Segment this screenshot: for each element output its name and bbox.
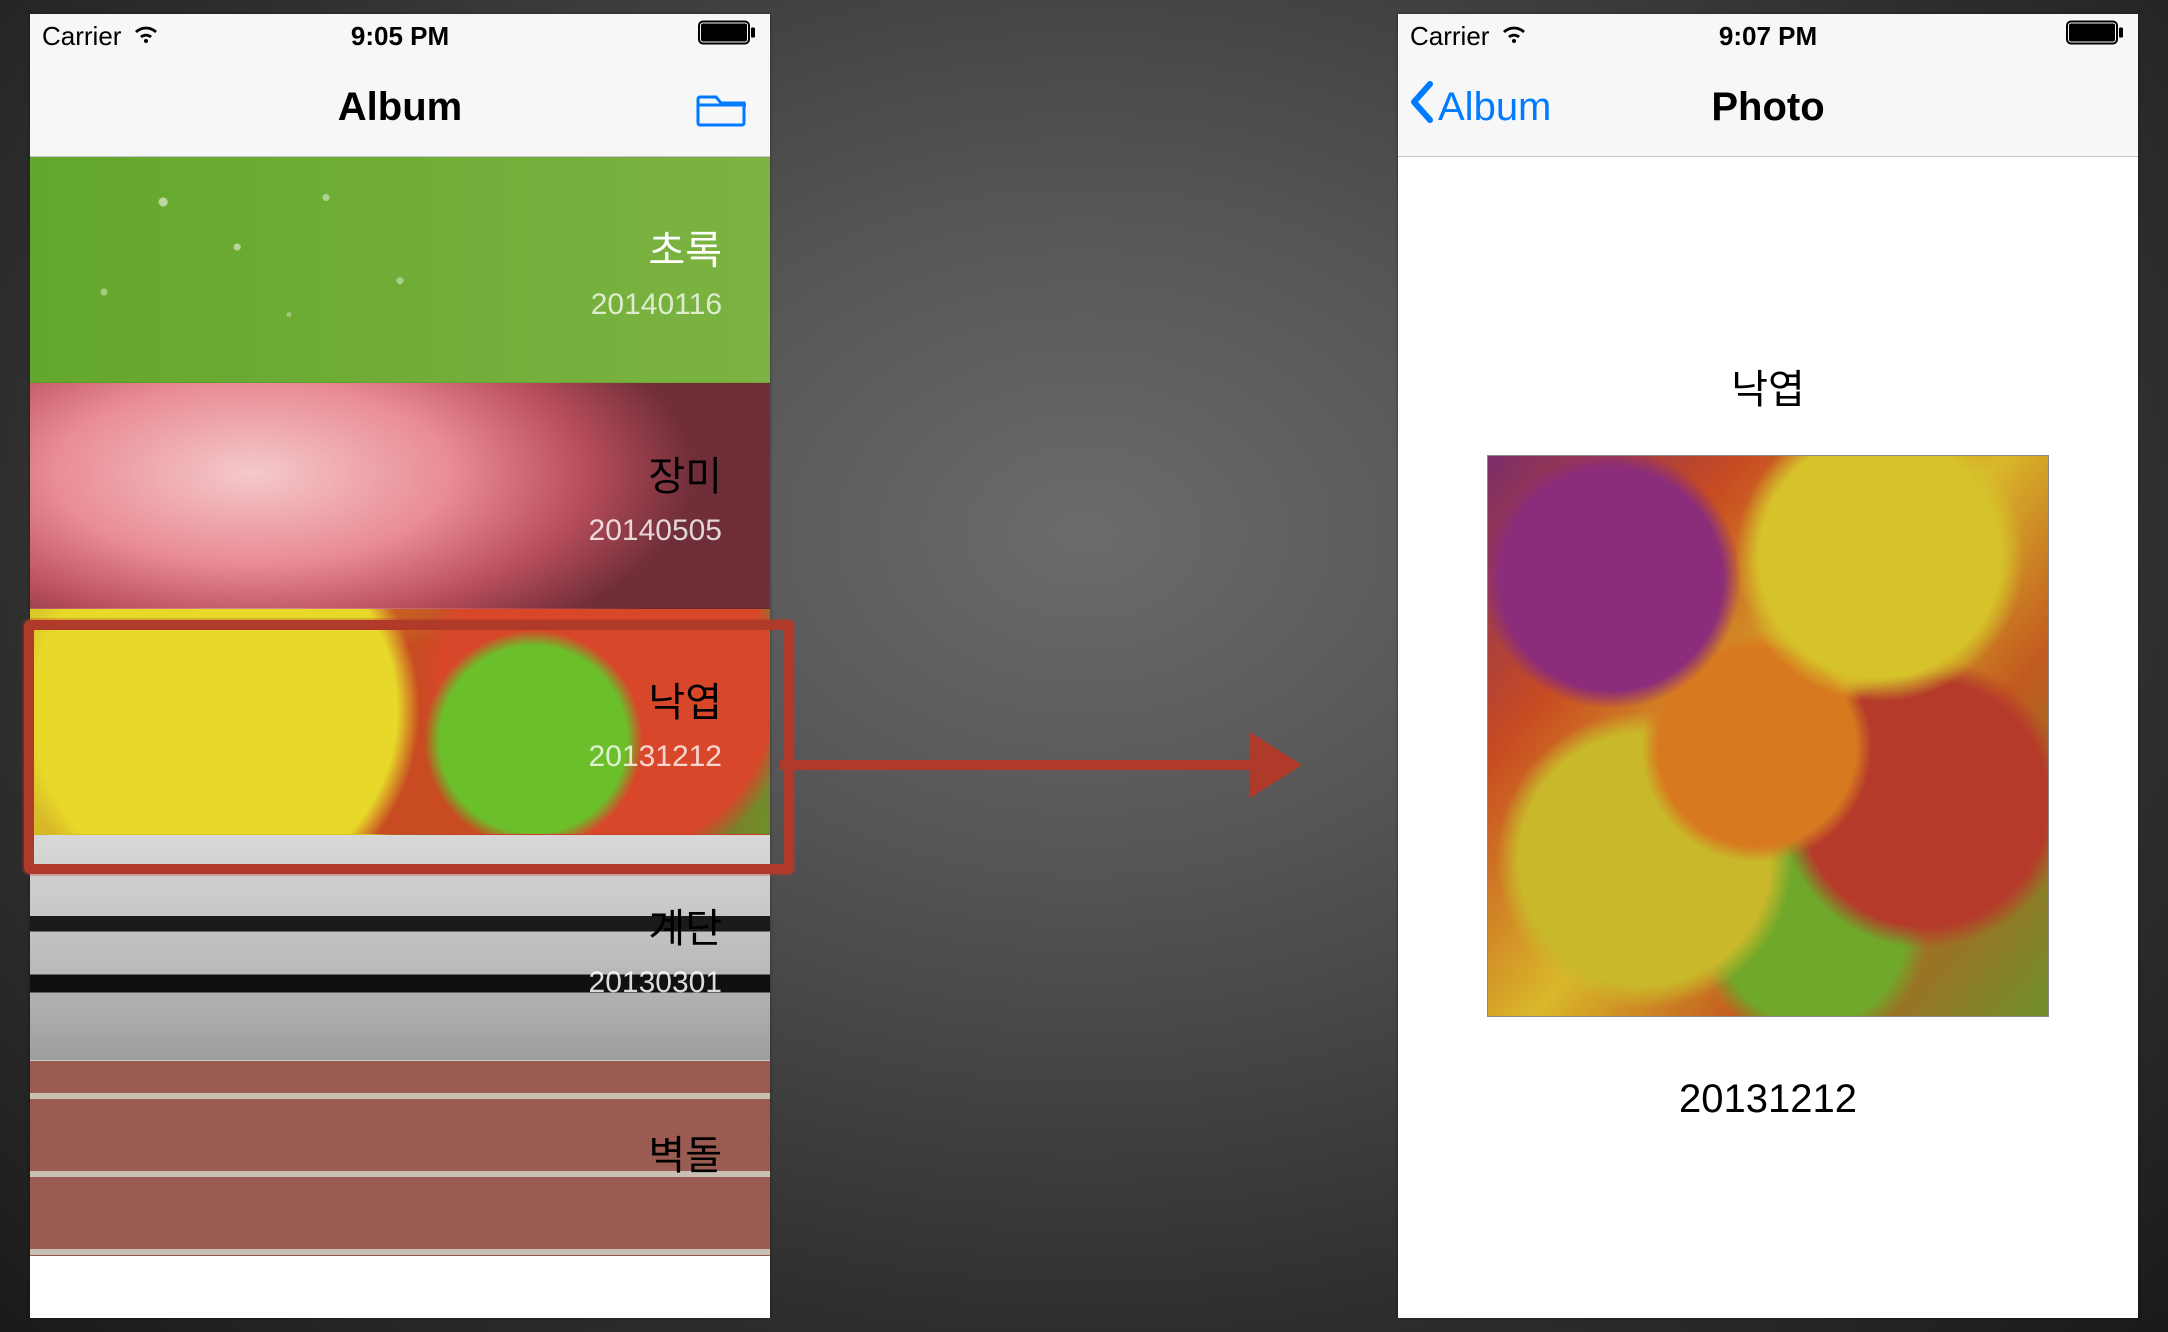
battery-icon bbox=[2066, 21, 2124, 52]
clock-label: 9:05 PM bbox=[351, 21, 449, 52]
row-title: 낙엽 bbox=[648, 670, 722, 728]
back-button[interactable]: Album bbox=[1398, 80, 1551, 134]
album-row[interactable]: 초록 20140116 bbox=[30, 157, 770, 383]
album-row[interactable]: 낙엽 20131212 bbox=[30, 609, 770, 835]
wifi-icon bbox=[131, 21, 161, 52]
chevron-left-icon bbox=[1408, 80, 1434, 134]
nav-bar: Album bbox=[30, 58, 770, 157]
back-label: Album bbox=[1438, 85, 1551, 130]
nav-title: Photo bbox=[1711, 85, 1824, 130]
status-bar: Carrier 9:05 PM bbox=[30, 14, 770, 58]
photo-detail: 낙엽 20131212 bbox=[1398, 157, 2138, 1122]
battery-icon bbox=[698, 21, 756, 52]
nav-title: Album bbox=[338, 85, 462, 130]
row-date: 20130301 bbox=[589, 966, 722, 1000]
carrier-label: Carrier bbox=[1410, 21, 1489, 52]
carrier-label: Carrier bbox=[42, 21, 121, 52]
album-row[interactable]: 장미 20140505 bbox=[30, 383, 770, 609]
row-title: 초록 bbox=[648, 218, 722, 276]
phone-photo: Carrier 9:07 PM Album Photo 낙엽 20131212 bbox=[1398, 14, 2138, 1318]
album-row[interactable]: 벽돌 bbox=[30, 1061, 770, 1256]
nav-bar: Album Photo bbox=[1398, 58, 2138, 157]
clock-label: 9:07 PM bbox=[1719, 21, 1817, 52]
row-date: 20131212 bbox=[589, 740, 722, 774]
photo-image[interactable] bbox=[1487, 455, 2049, 1017]
album-row[interactable]: 계단 20130301 bbox=[30, 835, 770, 1061]
folder-icon bbox=[696, 87, 748, 127]
row-title: 계단 bbox=[648, 896, 722, 954]
row-date: 20140116 bbox=[591, 288, 722, 322]
phone-album: Carrier 9:05 PM Album 초록 20140116 장미 201… bbox=[30, 14, 770, 1318]
annotation-arrow bbox=[780, 720, 1310, 810]
row-title: 벽돌 bbox=[648, 1123, 722, 1181]
folder-button[interactable] bbox=[696, 87, 748, 127]
photo-title: 낙엽 bbox=[1398, 357, 2138, 415]
row-title: 장미 bbox=[648, 444, 722, 502]
status-bar: Carrier 9:07 PM bbox=[1398, 14, 2138, 58]
wifi-icon bbox=[1499, 21, 1529, 52]
album-list[interactable]: 초록 20140116 장미 20140505 낙엽 20131212 계단 2… bbox=[30, 157, 770, 1256]
row-date: 20140505 bbox=[589, 514, 722, 548]
photo-date: 20131212 bbox=[1398, 1077, 2138, 1122]
